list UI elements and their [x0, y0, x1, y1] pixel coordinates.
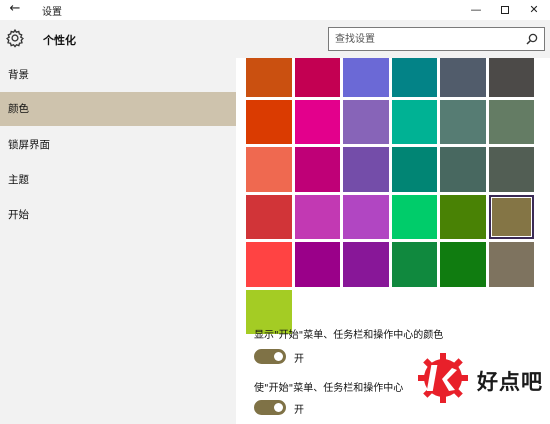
sidebar-item-lock-screen[interactable]: 锁屏界面 [0, 128, 236, 162]
maximize-button[interactable] [491, 0, 519, 20]
color-swatch[interactable] [343, 147, 389, 192]
color-swatch[interactable] [343, 194, 389, 239]
toggle-knob [274, 403, 283, 412]
setting-label-show-color: 显示"开始"菜单、任务栏和操作中心的颜色 [254, 330, 444, 341]
sidebar-item-colors[interactable]: 颜色 [0, 92, 236, 126]
page-title: 个性化 [43, 34, 76, 47]
color-swatch[interactable] [391, 194, 437, 239]
color-row [246, 194, 540, 239]
color-swatch[interactable] [391, 242, 437, 287]
color-swatch[interactable] [440, 99, 486, 144]
toggle-state-label: 开 [294, 354, 304, 365]
color-swatch[interactable] [488, 242, 534, 287]
color-swatch[interactable] [294, 194, 340, 239]
color-swatch[interactable] [391, 147, 437, 192]
color-swatch[interactable] [488, 147, 534, 192]
back-arrow-icon[interactable]: ← [0, 0, 30, 20]
color-row [246, 58, 540, 97]
color-swatch[interactable] [294, 99, 340, 144]
search-box[interactable] [328, 27, 545, 51]
color-swatch[interactable] [391, 58, 437, 97]
color-swatch[interactable] [294, 147, 340, 192]
minimize-button[interactable]: — [462, 0, 490, 20]
gear-icon [6, 28, 24, 48]
sidebar-item-start[interactable]: 开始 [0, 198, 236, 232]
color-row [246, 147, 540, 192]
accent-color-grid [246, 58, 540, 337]
search-icon[interactable] [526, 33, 538, 45]
sidebar: 背景 颜色 锁屏界面 主题 开始 [0, 58, 236, 424]
close-button[interactable]: ✕ [520, 0, 548, 20]
toggle-state-label: 开 [294, 405, 304, 416]
setting-label-transparency: 使"开始"菜单、任务栏和操作中心 [254, 383, 404, 394]
color-swatch[interactable] [343, 58, 389, 97]
search-input[interactable] [329, 28, 519, 50]
color-swatch[interactable] [343, 242, 389, 287]
color-swatch[interactable] [440, 58, 486, 97]
color-swatch[interactable] [488, 58, 534, 97]
page-header: 个性化 [0, 20, 550, 58]
sidebar-item-background[interactable]: 背景 [0, 58, 236, 92]
watermark: 好点吧 [415, 350, 550, 424]
sidebar-item-themes[interactable]: 主题 [0, 163, 236, 197]
toggle-knob [274, 352, 283, 361]
color-swatch[interactable] [294, 242, 340, 287]
color-swatch[interactable] [343, 99, 389, 144]
color-row [246, 99, 540, 144]
color-swatch[interactable] [246, 147, 292, 192]
color-swatch[interactable] [246, 99, 292, 144]
title-bar: ← 设置 — ✕ [0, 0, 550, 20]
color-swatch[interactable] [440, 147, 486, 192]
maximize-icon [501, 6, 509, 14]
color-swatch[interactable] [440, 242, 486, 287]
watermark-text: 好点吧 [477, 370, 543, 394]
toggle-show-color[interactable] [254, 349, 286, 364]
toggle-transparency[interactable] [254, 400, 286, 415]
watermark-logo-icon [418, 353, 468, 403]
color-swatch[interactable] [391, 99, 437, 144]
color-swatch[interactable] [246, 194, 292, 239]
color-swatch[interactable] [246, 242, 292, 287]
color-swatch[interactable] [440, 194, 486, 239]
color-swatch[interactable] [488, 99, 534, 144]
color-swatch[interactable] [488, 194, 534, 239]
color-swatch[interactable] [294, 58, 340, 97]
color-row [246, 242, 540, 287]
window-title: 设置 [42, 7, 62, 18]
color-swatch[interactable] [246, 58, 292, 97]
